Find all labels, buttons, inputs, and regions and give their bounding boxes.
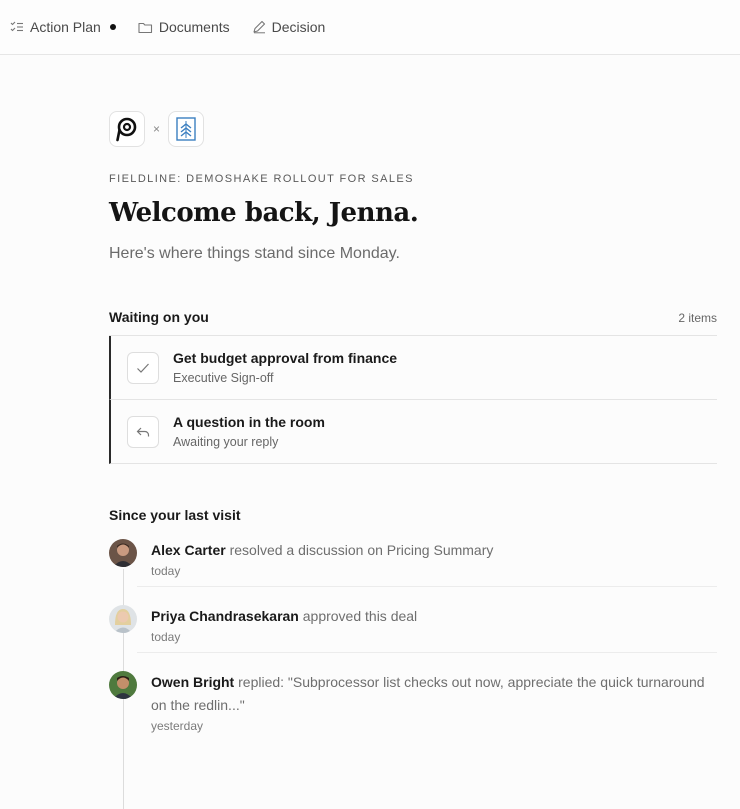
waiting-item-question[interactable]: A question in the room Awaiting your rep… <box>109 400 717 464</box>
waiting-item-title: A question in the room <box>173 414 325 430</box>
folder-icon <box>138 22 152 33</box>
activity-text: resolved a discussion on Pricing Summary <box>225 542 494 558</box>
activity-item: Alex Carter resolved a discussion on Pri… <box>109 539 717 597</box>
tab-documents[interactable]: Documents <box>138 19 230 35</box>
check-icon <box>127 351 159 384</box>
activity-time: today <box>151 630 181 644</box>
avatar <box>109 605 137 633</box>
activity-item: Owen Bright replied: "Subprocessor list … <box>109 671 717 751</box>
waiting-item-title: Get budget approval from finance <box>173 350 398 366</box>
fieldline-logo <box>109 111 145 147</box>
times-symbol: × <box>153 122 161 136</box>
checklist-icon <box>10 21 23 32</box>
active-dot <box>109 24 116 30</box>
page-title: Welcome back, Jenna. <box>109 198 419 228</box>
activity-actor[interactable]: Owen Bright <box>151 674 234 690</box>
tab-action-plan[interactable]: Action Plan <box>10 19 116 35</box>
since-heading: Since your last visit <box>109 507 241 523</box>
waiting-section-header: Waiting on you 2 items <box>109 309 717 325</box>
partner-logos: × <box>109 111 205 147</box>
activity-time: yesterday <box>151 719 204 733</box>
page-subtitle: Here's where things stand since Monday. <box>109 245 400 262</box>
waiting-item-budget-approval[interactable]: Get budget approval from finance Executi… <box>109 336 717 400</box>
waiting-list: Get budget approval from finance Executi… <box>109 335 717 464</box>
customer-logo <box>168 111 205 147</box>
waiting-item-subtitle: Awaiting your reply <box>173 435 279 449</box>
deal-eyebrow: FIELDLINE: DEMOSHAKE ROLLOUT FOR SALES <box>109 173 414 185</box>
pen-icon <box>253 20 265 34</box>
activity-actor[interactable]: Alex Carter <box>151 542 226 558</box>
top-tab-bar: Action Plan Documents Decision <box>0 0 740 55</box>
avatar <box>109 671 137 699</box>
activity-item: Priya Chandrasekaran approved this deal … <box>109 605 717 663</box>
activity-text: approved this deal <box>298 608 418 624</box>
tab-label: Action Plan <box>30 19 101 35</box>
avatar <box>109 539 137 567</box>
tab-label: Documents <box>158 19 230 35</box>
activity-text: replied: "Subprocessor list checks out n… <box>151 674 705 713</box>
waiting-count: 2 items <box>678 311 717 325</box>
reply-icon <box>127 415 159 448</box>
activity-feed: Alex Carter resolved a discussion on Pri… <box>109 539 717 809</box>
tab-label: Decision <box>271 19 326 35</box>
activity-actor[interactable]: Priya Chandrasekaran <box>151 608 299 624</box>
activity-time: today <box>151 564 181 578</box>
waiting-heading: Waiting on you <box>109 309 209 325</box>
tab-decision[interactable]: Decision <box>252 19 326 35</box>
waiting-item-subtitle: Executive Sign-off <box>173 371 274 385</box>
